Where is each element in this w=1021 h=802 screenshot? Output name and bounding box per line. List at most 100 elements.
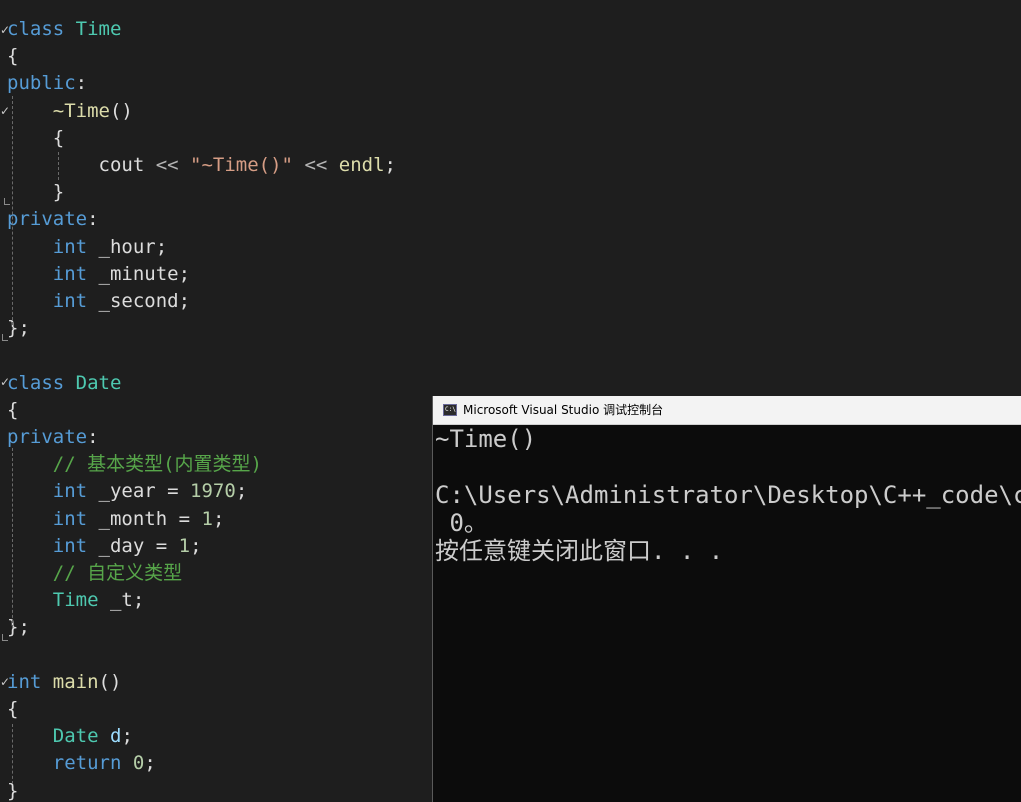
code-token: { [7, 126, 65, 149]
code-line: { [7, 696, 18, 723]
code-line: cout << "~Time()" << endl; [7, 152, 396, 179]
fold-end-marker [2, 334, 8, 341]
code-line: int _second; [7, 288, 190, 315]
fold-end-marker [4, 198, 10, 205]
fold-toggle-class-time[interactable]: ✓ [0, 24, 10, 36]
fold-toggle-main[interactable]: ✓ [0, 676, 10, 688]
code-token: class [7, 18, 65, 40]
code-token: Date [52, 725, 99, 748]
code-token: private [7, 208, 88, 231]
console-output[interactable]: ~Time() C:\Users\Administrator\Desktop\C+… [433, 425, 1021, 802]
code-token: 1970 [190, 480, 236, 503]
code-token: << [144, 154, 191, 176]
code-line: { [7, 43, 18, 70]
code-token: "~Time()" [190, 154, 293, 176]
code-line: int _year = 1970; [7, 478, 248, 505]
code-token: int [52, 507, 88, 530]
code-token: ; [384, 154, 396, 176]
code-line: } [7, 179, 64, 206]
code-token: class [7, 371, 65, 394]
console-titlebar[interactable]: C:\ Microsoft Visual Studio 调试控制台 [433, 396, 1021, 425]
code-line: int _minute; [7, 261, 190, 288]
code-token: endl [338, 154, 385, 176]
code-token: // 基本类型(内置类型) [52, 453, 262, 476]
code-line: class Time [7, 16, 121, 43]
fold-toggle-class-date[interactable]: ✓ [0, 376, 10, 388]
code-line: Date d; [7, 723, 133, 750]
code-token: ; [235, 480, 248, 503]
indent-guide [12, 96, 13, 330]
code-token: _day = [87, 534, 179, 557]
code-line: ~Time() [7, 98, 133, 125]
code-token: { [7, 398, 19, 421]
code-token: int [52, 235, 88, 258]
debug-console-window[interactable]: C:\ Microsoft Visual Studio 调试控制台 ~Time(… [432, 396, 1021, 802]
fold-toggle-destructor[interactable]: ✓ [0, 105, 10, 117]
code-token: Time [75, 18, 122, 40]
code-line: int main() [7, 669, 121, 696]
indent-guide [12, 448, 13, 628]
code-token: ; [212, 507, 225, 530]
code-token: // 自定义类型 [52, 562, 183, 584]
code-token: int [52, 534, 88, 557]
console-window-icon: C:\ [443, 404, 457, 416]
code-token: () [109, 99, 133, 122]
code-token: int [52, 262, 88, 285]
code-token: ~Time [52, 99, 110, 122]
code-line: int _month = 1; [7, 506, 225, 533]
code-token: int [7, 670, 42, 693]
code-token: }; [7, 616, 30, 639]
code-line: class Date [7, 370, 121, 397]
code-token: _month = [87, 507, 202, 530]
code-line: { [7, 125, 64, 152]
code-token: : [87, 426, 99, 448]
code-token: }; [7, 317, 30, 340]
code-token: public [7, 72, 76, 95]
code-line: Time _t; [7, 587, 145, 614]
code-line: int _day = 1; [7, 533, 202, 560]
code-token: : [87, 208, 99, 231]
code-line: }; [7, 315, 30, 342]
code-token: Time [52, 589, 99, 612]
code-line: public: [7, 70, 87, 97]
console-output-line: 按任意键关闭此窗口. . . [435, 537, 724, 565]
code-line: // 自定义类型 [7, 560, 182, 587]
indent-guide [58, 152, 59, 180]
code-token: d [109, 725, 122, 748]
console-output-line: 0。 [435, 509, 488, 537]
code-token: _second; [87, 290, 191, 312]
code-line: // 基本类型(内置类型) [7, 451, 262, 478]
code-token: : [75, 72, 88, 95]
code-token: { [7, 698, 19, 720]
code-token: int [52, 480, 88, 503]
code-token: () [98, 670, 122, 693]
code-token: Date [75, 371, 122, 394]
indent-guide [12, 724, 13, 784]
console-output-line: C:\Users\Administrator\Desktop\C++_code\… [435, 481, 1021, 509]
code-token: 0 [132, 752, 145, 775]
code-token: 1 [178, 534, 191, 557]
console-output-line: ~Time() [435, 425, 537, 453]
code-token: << [293, 154, 339, 176]
code-token: 1 [201, 507, 213, 530]
code-line: }; [7, 614, 30, 641]
code-line: private: [7, 206, 99, 233]
code-line: int _hour; [7, 234, 167, 261]
fold-end-marker [2, 634, 8, 641]
code-token: _minute; [87, 262, 191, 285]
